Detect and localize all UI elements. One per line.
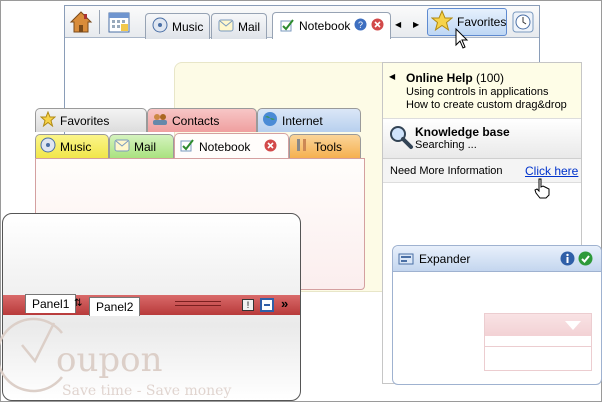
tab-panel2[interactable]: Panel2 (89, 297, 141, 316)
tab-music-yellow[interactable]: Music (35, 134, 109, 158)
mail-icon (218, 17, 234, 36)
check-icon[interactable] (578, 251, 593, 269)
tab-label: Notebook (299, 19, 351, 33)
close-icon[interactable] (264, 139, 277, 155)
tab-label: Music (60, 139, 92, 154)
tab-label: Panel2 (96, 300, 134, 314)
collapse-arrow-icon[interactable]: ◀ (389, 72, 395, 81)
mini-form-preview (484, 313, 592, 371)
tab-label: Music (172, 19, 204, 34)
more-info-label: Need More Information (390, 165, 503, 177)
scroll-left-icon[interactable]: ◀ (395, 20, 401, 29)
help-icon[interactable]: ? (354, 18, 367, 34)
tab-label: Mail (238, 19, 261, 34)
grip-line (175, 305, 221, 306)
scroll-right-icon[interactable]: ▶ (413, 20, 419, 29)
tools-icon (294, 137, 310, 156)
mail-icon (114, 137, 130, 156)
knowledge-base-section[interactable]: Knowledge base Searching ... (383, 119, 581, 159)
restore-icon[interactable] (260, 298, 274, 312)
tab-mail[interactable]: Mail (211, 13, 268, 39)
notebook-icon (179, 137, 195, 156)
favorites-label: Favorites (457, 15, 507, 29)
home-icon[interactable] (69, 10, 93, 34)
kb-status: Searching ... (415, 139, 477, 151)
click-here-link[interactable]: Click here (525, 164, 578, 178)
mini-form-divider (485, 346, 591, 347)
tab-favorites[interactable]: Favorites (35, 108, 147, 132)
magnifier-icon (388, 124, 414, 153)
expander-title: Expander (419, 252, 471, 266)
close-icon[interactable] (371, 18, 384, 34)
dropdown-arrow-icon (565, 320, 581, 334)
help-title: Online Help (100) (406, 71, 505, 85)
mini-form-header (485, 314, 591, 336)
cursor-arrow-icon (455, 27, 469, 53)
tab-label: Favorites (60, 113, 110, 128)
chevron-down-icon[interactable]: » (281, 296, 288, 311)
tab-label: Notebook (199, 139, 251, 154)
tab-music[interactable]: Music (145, 13, 211, 39)
star-icon (39, 110, 57, 130)
online-help-section[interactable]: ◀ Online Help (100) Using controls in ap… (383, 63, 581, 119)
music-icon (40, 137, 56, 156)
tab-notebook[interactable]: Notebook ? (272, 12, 392, 39)
swap-icon[interactable]: ⇅ (74, 298, 82, 309)
tab-label: Tools (314, 139, 343, 154)
tab-internet[interactable]: Internet (257, 108, 361, 132)
clock-icon[interactable] (511, 10, 535, 34)
notebook-icon (279, 17, 295, 36)
calendar-icon[interactable] (107, 10, 131, 34)
svg-text:?: ? (358, 20, 363, 30)
info-icon[interactable] (560, 251, 575, 269)
contacts-icon (152, 111, 168, 130)
tab-label: Internet (282, 113, 323, 128)
expander-icon (398, 251, 414, 270)
kb-title: Knowledge base (415, 125, 510, 139)
help-count: (100) (476, 71, 505, 85)
help-link-dragdrop[interactable]: How to create custom drag&drop (406, 99, 567, 112)
toolbar-divider (99, 10, 100, 34)
tab-tools[interactable]: Tools (289, 134, 361, 158)
tab-mail-green[interactable]: Mail (109, 134, 174, 158)
help-link-controls[interactable]: Using controls in applications (406, 86, 548, 99)
tab-notebook-active[interactable]: Notebook (174, 133, 289, 159)
expander-header[interactable]: Expander (393, 246, 601, 272)
grip-line (175, 301, 221, 302)
star-icon (430, 9, 454, 35)
pin-icon[interactable]: ! (242, 299, 254, 311)
logo-tagline: Save time - Save money (62, 383, 232, 399)
logo-wordmark: oupon (56, 340, 163, 380)
hand-cursor-icon (533, 177, 551, 202)
music-icon (152, 17, 168, 36)
more-info-section: Need More Information Click here (383, 159, 581, 183)
globe-icon (262, 111, 278, 130)
tab-label: Contacts (172, 113, 220, 128)
tab-label: Mail (134, 139, 157, 154)
tab-contacts[interactable]: Contacts (147, 108, 257, 132)
